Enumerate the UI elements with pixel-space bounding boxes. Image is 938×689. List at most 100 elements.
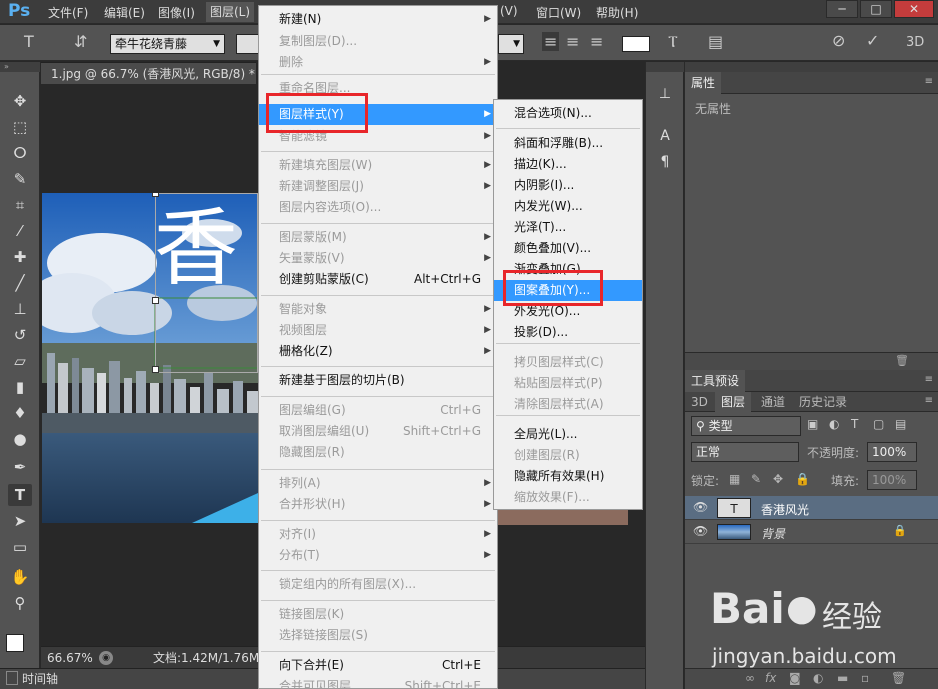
menu-item[interactable]: 投影(D)... [494, 322, 642, 343]
menu-item[interactable]: 图层蒙版(M) ▶ [259, 227, 497, 248]
menu-item[interactable]: 图层内容选项(O)... [259, 197, 497, 218]
3d-button[interactable]: 3D [906, 35, 924, 50]
zoom-level[interactable]: 66.67% [47, 647, 93, 669]
align-right-icon[interactable]: ≡ [590, 32, 603, 51]
foreground-color-swatch[interactable] [6, 634, 24, 652]
filter-smart-object-icon[interactable]: ▤ [895, 417, 906, 431]
filter-type-icon[interactable]: T [851, 417, 858, 431]
healing-brush-tool-icon[interactable]: ✚ [8, 246, 32, 268]
menu-item[interactable]: 合并可见图层 Shift+Ctrl+E [259, 676, 497, 689]
menu-file[interactable]: 文件(F) [48, 4, 88, 21]
menu-help[interactable]: 帮助(H) [596, 4, 638, 21]
hand-tool-icon[interactable]: ✋ [8, 566, 32, 588]
menu-item[interactable]: 隐藏图层(R) [259, 442, 497, 463]
menu-item[interactable]: 链接图层(K) [259, 604, 497, 625]
menu-layer[interactable]: 图层(L) [206, 2, 255, 22]
tab-layers[interactable]: 图层 [715, 392, 752, 412]
menu-item[interactable]: 向下合并(E) Ctrl+E [259, 655, 497, 676]
menu-item[interactable]: 描边(K)... [494, 154, 642, 175]
menu-image[interactable]: 图像(I) [158, 4, 195, 21]
eyedropper-tool-icon[interactable]: ⁄ [8, 220, 32, 242]
menu-item[interactable]: 删除 ▶ [259, 52, 497, 73]
menu-item[interactable]: 栅格化(Z) ▶ [259, 341, 497, 362]
stamp-tool-icon[interactable]: ⊥ [8, 298, 32, 320]
menu-item[interactable]: 取消图层编组(U) Shift+Ctrl+G [259, 421, 497, 442]
align-center-icon[interactable]: ≡ [566, 32, 579, 51]
menu-item[interactable]: 斜面和浮雕(B)... [494, 133, 642, 154]
lock-position-icon[interactable]: ✥ [773, 472, 783, 486]
filter-pixel-icon[interactable]: ▣ [807, 417, 818, 431]
fill-input[interactable]: 100% [867, 470, 917, 490]
eye-icon[interactable]: 👁 [693, 524, 708, 538]
menu-item[interactable]: 新建基于图层的切片(B) [259, 370, 497, 391]
character-panel-icon[interactable]: A [655, 128, 675, 148]
tab-3d[interactable]: 3D [685, 392, 714, 412]
menu-item[interactable]: 分布(T) ▶ [259, 545, 497, 566]
maximize-button[interactable]: □ [860, 0, 892, 18]
panel-menu-icon[interactable]: ≡ [925, 374, 933, 385]
document-tab[interactable]: 1.jpg @ 66.7% (香港风光, RGB/8) * × [41, 62, 273, 84]
menu-item[interactable]: 缩放效果(F)... [494, 487, 642, 508]
text-color-swatch[interactable] [622, 36, 650, 52]
menu-item[interactable]: 智能对象 ▶ [259, 299, 497, 320]
move-tool-icon[interactable]: ✥ [8, 90, 32, 112]
menu-item[interactable]: 创建剪贴蒙版(C) Alt+Ctrl+G [259, 269, 497, 290]
panel-menu-icon[interactable]: ≡ [925, 395, 933, 406]
trash-icon[interactable]: 🗑 [895, 354, 909, 367]
blur-tool-icon[interactable]: ♦ [8, 402, 32, 424]
menu-item[interactable]: 排列(A) ▶ [259, 473, 497, 494]
font-style-select[interactable] [236, 34, 260, 54]
brush-tool-icon[interactable]: ╱ [8, 272, 32, 294]
marquee-tool-icon[interactable]: ⬚ [8, 116, 32, 138]
menu-item[interactable]: 图层编组(G) Ctrl+G [259, 400, 497, 421]
paragraph-panel-icon[interactable]: ¶ [655, 154, 675, 174]
filter-adjustment-icon[interactable]: ◐ [829, 417, 839, 431]
menu-item[interactable]: 隐藏所有效果(H) [494, 466, 642, 487]
layer-row[interactable]: 👁 背景 🔒 [685, 520, 938, 544]
path-select-tool-icon[interactable]: ➤ [8, 510, 32, 532]
menu-item[interactable]: 新建填充图层(W) ▶ [259, 155, 497, 176]
quick-select-tool-icon[interactable]: ✎ [8, 168, 32, 190]
lock-all-icon[interactable]: 🔒 [795, 472, 810, 486]
menu-item[interactable]: 粘贴图层样式(P) [494, 373, 642, 394]
tab-history[interactable]: 历史记录 [793, 392, 853, 412]
menu-window[interactable]: 窗口(W) [536, 4, 581, 21]
character-panel-icon[interactable]: ▤ [708, 32, 723, 51]
menu-view[interactable]: (V) [500, 4, 518, 18]
menu-item[interactable]: 新建调整图层(J) ▶ [259, 176, 497, 197]
layer-row[interactable]: 👁 T 香港风光 [685, 496, 938, 520]
type-tool-icon[interactable]: T [8, 484, 32, 506]
align-left-icon[interactable]: ≡ [542, 32, 560, 51]
warp-text-icon[interactable]: Ⲧ [668, 32, 678, 52]
transform-handle[interactable] [152, 193, 159, 197]
minimize-button[interactable]: ─ [826, 0, 858, 18]
transform-handle[interactable] [152, 297, 159, 304]
zoom-tool-icon[interactable]: ⚲ [8, 592, 32, 614]
cancel-icon[interactable]: ⊘ [832, 31, 845, 50]
toggle-orientation-icon[interactable]: ⇵ [74, 32, 87, 51]
menu-item[interactable]: 选择链接图层(S) [259, 625, 497, 646]
font-size-select[interactable]: ▼ [498, 34, 524, 54]
close-button[interactable]: ✕ [894, 0, 934, 18]
menu-item[interactable]: 对齐(I) ▶ [259, 524, 497, 545]
rectangle-tool-icon[interactable]: ▭ [8, 536, 32, 558]
menu-item[interactable]: 内阴影(I)... [494, 175, 642, 196]
gradient-tool-icon[interactable]: ▮ [8, 376, 32, 398]
menu-item[interactable]: 清除图层样式(A) [494, 394, 642, 415]
opacity-input[interactable]: 100% [867, 442, 917, 462]
eraser-tool-icon[interactable]: ▱ [8, 350, 32, 372]
text-bounding-box[interactable] [155, 193, 258, 373]
stamp-preset-icon[interactable]: ⊥ [655, 86, 675, 106]
layer-name[interactable]: 背景 [761, 525, 785, 542]
tab-tool-presets[interactable]: 工具预设 [685, 370, 746, 392]
menu-item[interactable]: 混合选项(N)... [494, 103, 642, 124]
menu-item[interactable]: 颜色叠加(V)... [494, 238, 642, 259]
status-info-icon[interactable]: ◉ [99, 651, 113, 665]
lock-transparent-icon[interactable]: ▦ [729, 472, 740, 486]
commit-icon[interactable]: ✓ [866, 31, 879, 50]
menu-item[interactable]: 复制图层(D)... [259, 31, 497, 52]
menu-item[interactable]: 光泽(T)... [494, 217, 642, 238]
menu-item[interactable]: 矢量蒙版(V) ▶ [259, 248, 497, 269]
history-brush-tool-icon[interactable]: ↺ [8, 324, 32, 346]
lock-pixels-icon[interactable]: ✎ [751, 472, 761, 486]
